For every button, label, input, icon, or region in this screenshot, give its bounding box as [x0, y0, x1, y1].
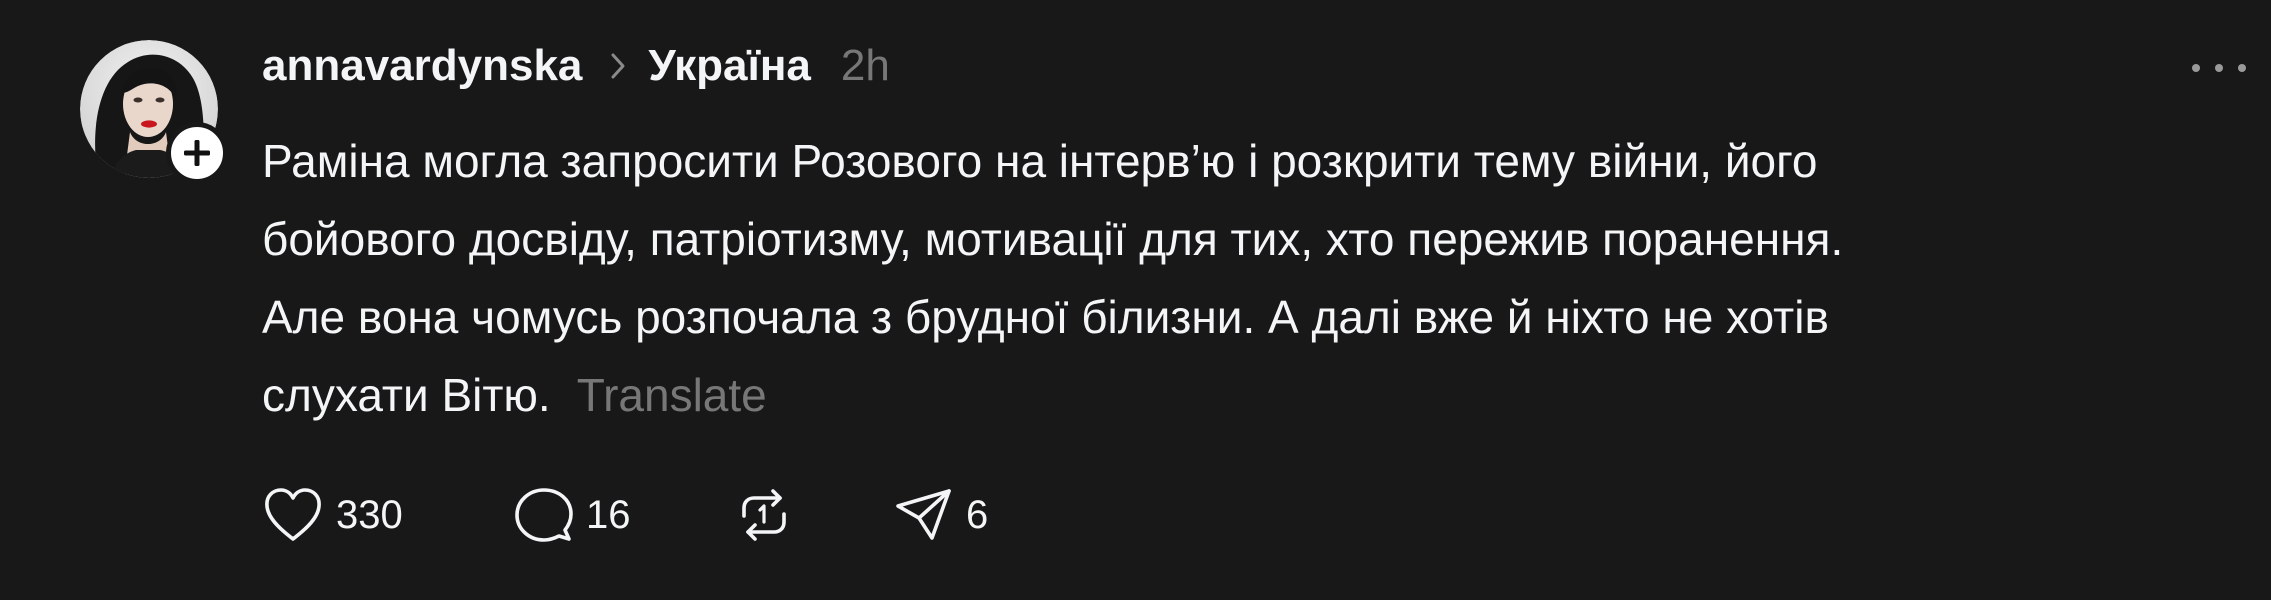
send-icon [896, 489, 951, 540]
post-body-line: Раміна могла запросити Розового на інтер… [262, 135, 1818, 187]
translate-link[interactable]: Translate [577, 369, 767, 421]
post-body: Раміна могла запросити Розового на інтер… [262, 122, 2182, 434]
more-horizontal-icon-dot [2215, 64, 2223, 72]
chevron-right-icon [610, 52, 626, 80]
heart-icon [265, 488, 321, 541]
comment-icon [515, 488, 573, 542]
share-button[interactable]: 6 [894, 484, 988, 546]
more-horizontal-icon-dot [2238, 64, 2246, 72]
more-horizontal-icon-dot [2192, 64, 2200, 72]
post-body-line: слухати Вітю. [262, 369, 551, 421]
plus-icon [184, 140, 210, 166]
author-username[interactable]: annavardynska [262, 41, 582, 91]
reply-button[interactable]: 16 [514, 484, 734, 546]
avatar-container [80, 40, 228, 184]
post-actions: 330 16 6 [262, 484, 988, 546]
post-body-line: Але вона чомусь розпочала з брудної біли… [262, 291, 1829, 343]
follow-button[interactable] [166, 122, 228, 184]
thread-post: annavardynska Україна 2h Раміна могла за… [0, 0, 2271, 600]
reply-count: 16 [586, 492, 631, 537]
post-header: annavardynska Україна 2h [262, 36, 890, 96]
post-body-line: бойового досвіду, патріотизму, мотивації… [262, 213, 1844, 265]
share-count: 6 [966, 492, 989, 537]
repost-button[interactable] [734, 484, 894, 546]
repost-icon [742, 489, 786, 541]
post-body-last-line: слухати Вітю. Translate [262, 356, 2182, 434]
post-timestamp: 2h [840, 41, 890, 90]
like-count: 330 [336, 492, 403, 537]
more-options-button[interactable] [2192, 54, 2246, 82]
topic-tag[interactable]: Україна [648, 41, 811, 91]
like-button[interactable]: 330 [262, 484, 514, 546]
